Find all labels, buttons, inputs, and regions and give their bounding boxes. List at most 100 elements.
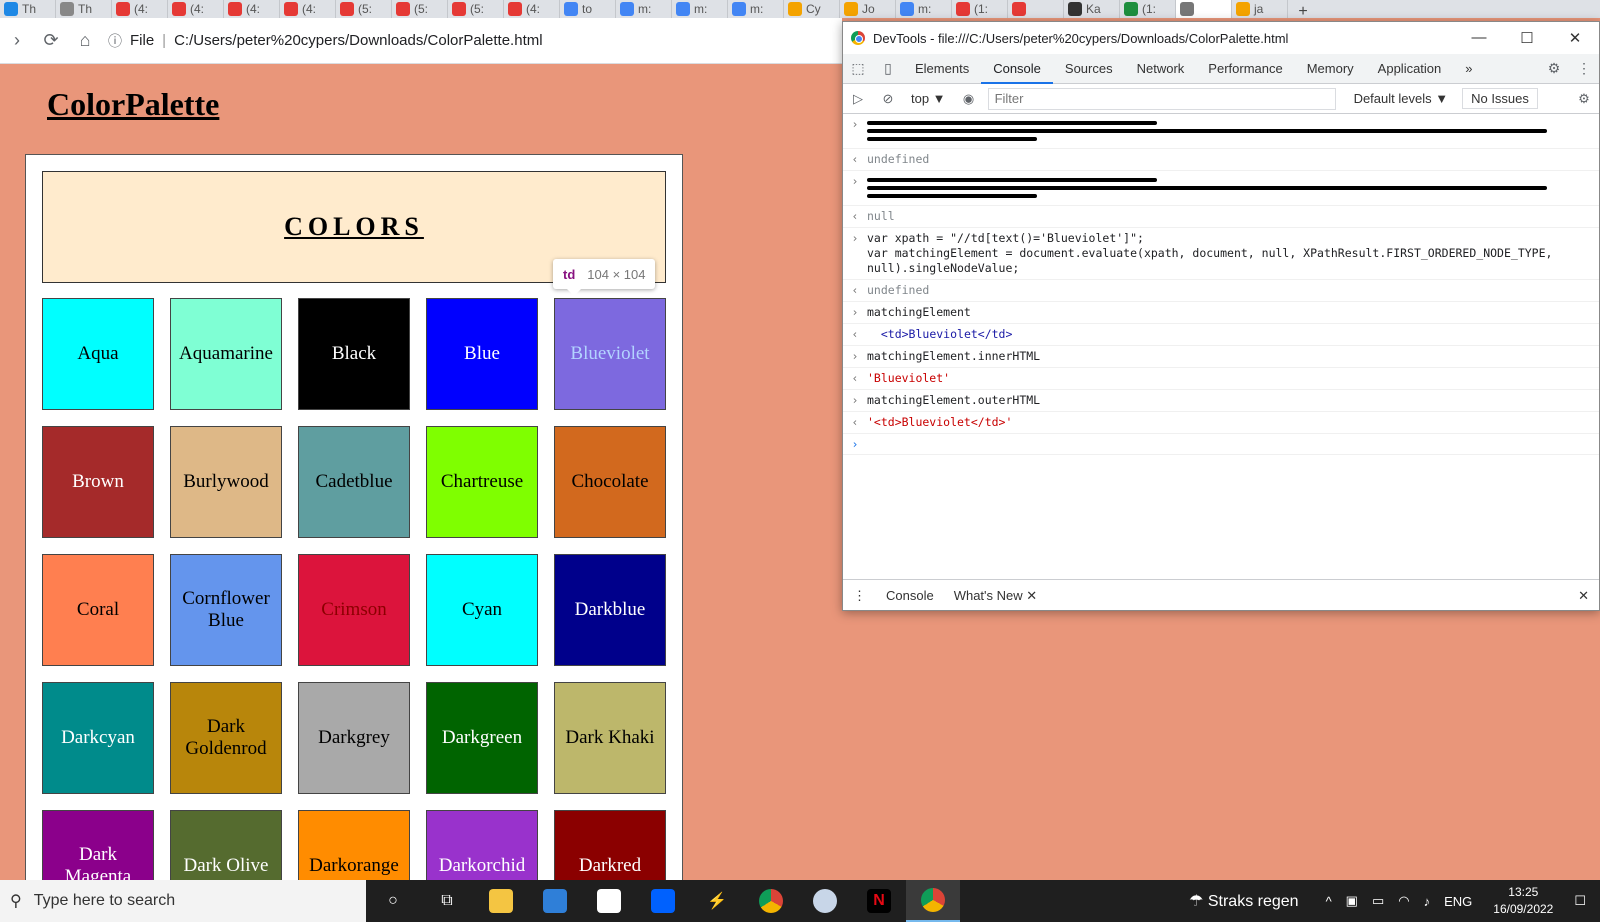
address-bar[interactable]: ⓘ File | C:/Users/peter%20cypers/Downloa…	[108, 25, 543, 57]
console-settings-icon[interactable]: ⚙	[1569, 91, 1599, 107]
browser-tab[interactable]	[1008, 0, 1064, 18]
console-line: › matchingElement.innerHTML	[843, 346, 1599, 368]
devtools-tab-memory[interactable]: Memory	[1295, 54, 1366, 84]
color-cell: Chartreuse	[426, 426, 538, 538]
taskbar-search[interactable]: ⚲ Type here to search	[0, 880, 366, 922]
browser-tab[interactable]: (4:	[504, 0, 560, 18]
minimize-icon[interactable]: —	[1455, 29, 1503, 47]
weather-widget[interactable]: ☂ Straks regen	[1189, 891, 1299, 911]
browser-tab[interactable]: (4:	[224, 0, 280, 18]
sidebar-toggle-icon[interactable]: ▷	[843, 91, 873, 107]
drawer-tab-console[interactable]: Console	[876, 588, 944, 603]
browser-tab[interactable]: Th	[0, 0, 56, 18]
browser-tab[interactable]: (5:	[392, 0, 448, 18]
tab-favicon-icon	[732, 2, 746, 16]
maximize-icon[interactable]: ☐	[1503, 29, 1551, 47]
issues-button[interactable]: No Issues	[1462, 88, 1538, 109]
chrome-icon	[851, 31, 865, 45]
home-icon[interactable]: ⌂	[68, 30, 102, 51]
devtools-tab-application[interactable]: Application	[1366, 54, 1454, 84]
amazon-icon[interactable]	[582, 880, 636, 922]
settings-icon[interactable]: ⚙	[1539, 60, 1569, 77]
reload-icon[interactable]: ⟳	[34, 30, 68, 51]
more-tabs-icon[interactable]: »	[1453, 54, 1484, 84]
console-output[interactable]: › ‹ undefined › ‹ null › var xpath = "//td[text…	[843, 114, 1599, 455]
chrome-active-taskbar-icon[interactable]	[906, 880, 960, 922]
log-levels-select[interactable]: Default levels ▼	[1346, 91, 1457, 106]
console-command: matchingElement	[867, 305, 971, 319]
console-line: › matchingElement.outerHTML	[843, 390, 1599, 412]
file-explorer-icon[interactable]	[474, 880, 528, 922]
browser-tab[interactable]: (4:	[112, 0, 168, 18]
address-url[interactable]: C:/Users/peter%20cypers/Downloads/ColorP…	[174, 32, 543, 49]
new-tab-icon[interactable]: +	[1288, 3, 1318, 18]
cortana-icon[interactable]: ○	[366, 880, 420, 922]
browser-tab[interactable]: m:	[616, 0, 672, 18]
devtools-tab-sources[interactable]: Sources	[1053, 54, 1125, 84]
browser-tab[interactable]: m:	[728, 0, 784, 18]
back-arrow-icon[interactable]: ›	[0, 30, 34, 51]
tab-label: (1:	[974, 2, 989, 16]
filter-input[interactable]: Filter	[987, 87, 1336, 110]
browser-tab[interactable]: (4:	[168, 0, 224, 18]
drawer-menu-icon[interactable]: ⋮	[843, 588, 876, 604]
input-arrow-icon: ›	[851, 393, 859, 407]
drawer-tab-whats-new[interactable]: What's New ✕	[943, 580, 1048, 610]
task-view-icon[interactable]: ⧉	[420, 880, 474, 922]
inspect-element-icon[interactable]: ⬚	[843, 60, 873, 77]
mail-icon[interactable]	[528, 880, 582, 922]
dropbox-icon[interactable]	[636, 880, 690, 922]
paint-icon[interactable]	[798, 880, 852, 922]
color-cell: Brown	[42, 426, 154, 538]
browser-tab[interactable]: Cy	[784, 0, 840, 18]
app-icon[interactable]: ⚡	[690, 880, 744, 922]
tab-label: Jo	[862, 2, 875, 16]
notifications-icon[interactable]: ☐	[1574, 893, 1586, 909]
devtools-tab-network[interactable]: Network	[1125, 54, 1197, 84]
eye-icon[interactable]: ◉	[954, 91, 984, 107]
tab-favicon-icon	[564, 2, 578, 16]
color-cell: Darkorchid	[426, 810, 538, 883]
browser-tab[interactable]: (4:	[280, 0, 336, 18]
browser-tab[interactable]: (1:	[1120, 0, 1176, 18]
tab-label: m:	[638, 2, 652, 16]
browser-tab[interactable]: ja	[1232, 0, 1288, 18]
tab-label: (4:	[246, 2, 261, 16]
context-select[interactable]: top ▼	[903, 91, 954, 106]
color-cell: Chocolate	[554, 426, 666, 538]
browser-tab[interactable]: (1:	[952, 0, 1008, 18]
chrome-taskbar-icon[interactable]	[744, 880, 798, 922]
tab-favicon-icon	[396, 2, 410, 16]
browser-tab[interactable]: to	[560, 0, 616, 18]
color-cell: Dark Khaki	[554, 682, 666, 794]
language-indicator[interactable]: ENG	[1444, 894, 1472, 909]
clear-console-icon[interactable]: ⊘	[873, 91, 903, 107]
close-icon[interactable]: ✕	[1551, 29, 1599, 47]
network-icon[interactable]: ▣	[1346, 893, 1358, 909]
devtools-tab-elements[interactable]: Elements	[903, 54, 981, 84]
browser-tab[interactable]: Ka	[1064, 0, 1120, 18]
clock[interactable]: 13:25 16/09/2022	[1493, 884, 1553, 918]
drawer-close-icon[interactable]: ✕	[1578, 588, 1589, 604]
tray-chevron-icon[interactable]: ^	[1326, 894, 1332, 909]
browser-tab[interactable]	[1176, 0, 1232, 18]
tab-favicon-icon	[116, 2, 130, 16]
tab-label: (4:	[302, 2, 317, 16]
devtools-tab-performance[interactable]: Performance	[1196, 54, 1294, 84]
browser-tab[interactable]: Jo	[840, 0, 896, 18]
netflix-icon[interactable]: N	[852, 880, 906, 922]
volume-icon[interactable]: ♪	[1424, 894, 1431, 909]
browser-tab[interactable]: m:	[672, 0, 728, 18]
tooltip-dimensions: 104 × 104	[587, 266, 646, 282]
battery-icon[interactable]: ▭	[1372, 893, 1384, 909]
console-result: '<td>Blueviolet</td>'	[867, 415, 1013, 429]
more-options-icon[interactable]: ⋮	[1569, 60, 1599, 77]
devtools-tab-console[interactable]: Console	[981, 54, 1053, 84]
wifi-icon[interactable]: ◠	[1398, 893, 1409, 909]
device-toolbar-icon[interactable]: ▯	[873, 60, 903, 77]
browser-tab[interactable]: Th	[56, 0, 112, 18]
browser-tab[interactable]: (5:	[448, 0, 504, 18]
browser-tab[interactable]: m:	[896, 0, 952, 18]
browser-tab[interactable]: (5:	[336, 0, 392, 18]
info-icon[interactable]: ⓘ	[108, 31, 122, 51]
